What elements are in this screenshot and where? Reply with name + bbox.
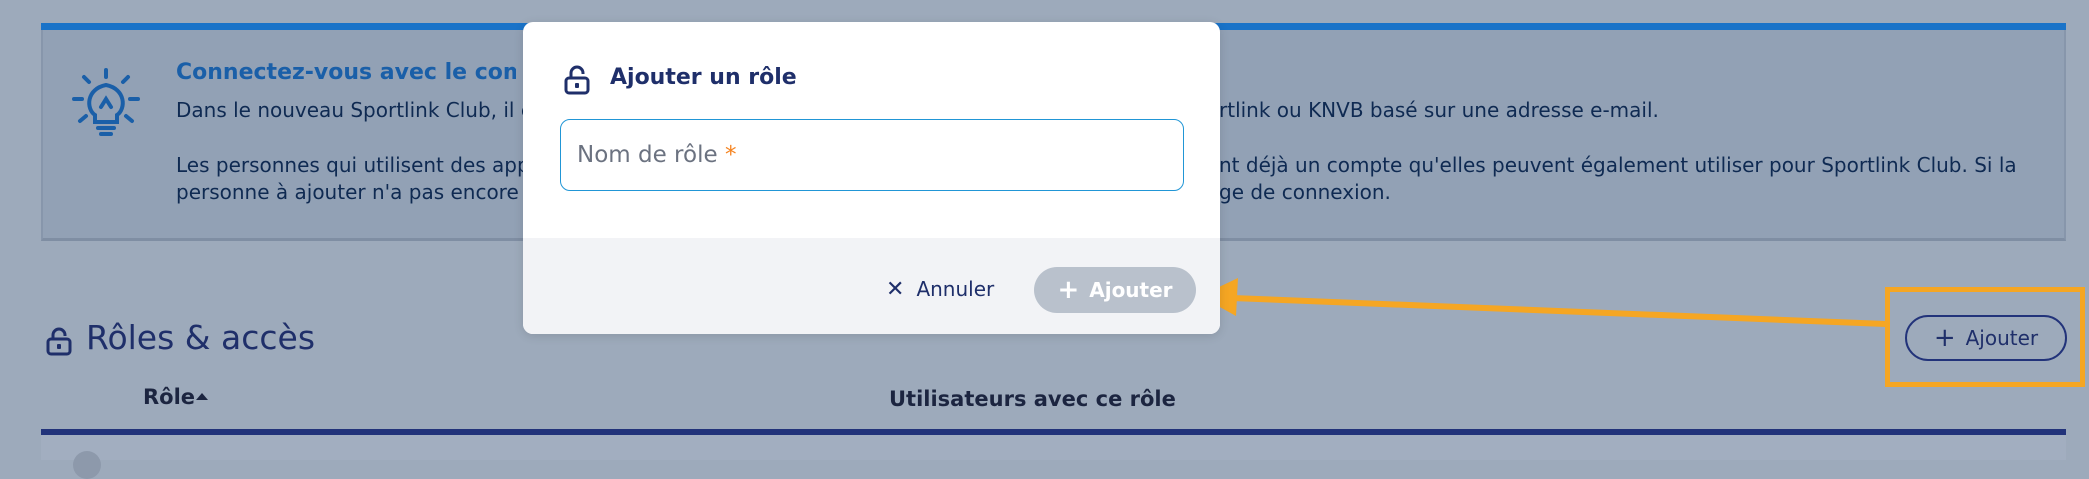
role-name-label-text: Nom de rôle <box>577 142 718 168</box>
lock-icon <box>564 65 590 95</box>
submit-add-button[interactable]: + Ajouter <box>1034 267 1196 313</box>
cancel-button-label: Annuler <box>916 277 995 301</box>
cancel-button[interactable]: ✕ Annuler <box>886 274 994 304</box>
dialog-title: Ajouter un rôle <box>610 65 797 90</box>
add-role-dialog: Ajouter un rôle Nom de rôle * ✕ Annuler … <box>523 22 1220 334</box>
role-name-input[interactable]: Nom de rôle * <box>560 119 1184 191</box>
role-name-label: Nom de rôle * <box>577 142 736 168</box>
required-marker: * <box>724 142 737 168</box>
close-icon: ✕ <box>886 276 905 302</box>
dialog-footer: ✕ Annuler + Ajouter <box>523 238 1220 334</box>
plus-icon: + <box>1057 275 1080 305</box>
submit-add-button-label: Ajouter <box>1089 278 1173 302</box>
